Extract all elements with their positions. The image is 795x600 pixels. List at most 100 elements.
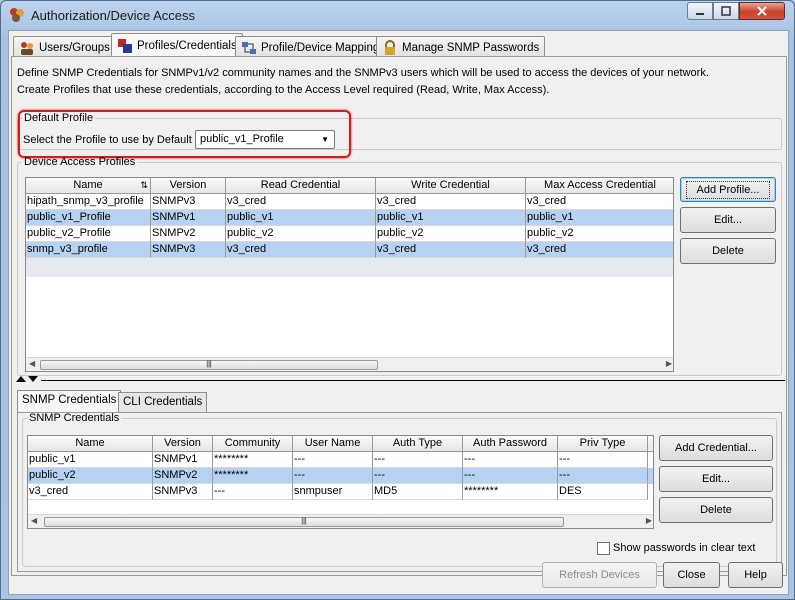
minimize-button[interactable]: [687, 2, 713, 20]
collapse-arrows-icon[interactable]: [15, 375, 45, 383]
tab-label: Manage SNMP Passwords: [402, 41, 540, 54]
column-header-name[interactable]: Name: [28, 436, 153, 452]
cell: public_v2: [28, 468, 153, 484]
column-header-write[interactable]: Write Credential: [376, 178, 526, 194]
panel-splitter[interactable]: [15, 375, 785, 383]
tab-snmp-credentials[interactable]: SNMP Credentials: [17, 390, 122, 412]
cell: v3_cred: [226, 194, 376, 210]
cell: public_v2_Profile: [26, 226, 151, 242]
cell: ---: [373, 452, 463, 468]
column-header-community[interactable]: Community: [213, 436, 293, 452]
client-area: Users/Groups Profiles/Credentials Profil…: [8, 30, 789, 595]
cell: v3_cred: [526, 194, 673, 210]
column-header-priv-type[interactable]: Priv Type: [558, 436, 648, 452]
table-row[interactable]: public_v1 SNMPv1 ******** --- --- --- --…: [28, 452, 653, 468]
splitter-line: [41, 380, 785, 381]
column-header-max-access[interactable]: Max Access Credential: [526, 178, 673, 194]
cell: public_v2: [226, 226, 376, 242]
column-header-read[interactable]: Read Credential: [226, 178, 376, 194]
table-row[interactable]: v3_cred SNMPv3 --- snmpuser MD5 ********…: [28, 484, 653, 500]
cell: v3_cred: [376, 194, 526, 210]
scroll-left-icon[interactable]: ◀: [31, 516, 37, 525]
cell: public_v1: [526, 210, 673, 226]
cell: ---: [293, 452, 373, 468]
cell: hipath_snmp_v3_profile: [26, 194, 151, 210]
credentials-horizontal-scrollbar[interactable]: ◀ ||| ▶: [28, 514, 653, 528]
close-icon: [757, 6, 767, 16]
cell: SNMPv3: [151, 242, 226, 258]
cell: ---: [373, 468, 463, 484]
cell: v3_cred: [28, 484, 153, 500]
table-row[interactable]: public_v2_Profile SNMPv2 public_v2 publi…: [26, 226, 673, 242]
edit-profile-button[interactable]: Edit...: [680, 207, 776, 233]
help-button[interactable]: Help: [728, 562, 783, 588]
profiles-horizontal-scrollbar[interactable]: ◀ ||| ▶: [26, 357, 673, 371]
cell: public_v1: [28, 452, 153, 468]
cell: snmp_v3_profile: [26, 242, 151, 258]
table-row[interactable]: public_v1_Profile SNMPv1 public_v1 publi…: [26, 210, 673, 226]
close-window-button[interactable]: [739, 2, 785, 20]
column-header-version[interactable]: Version: [153, 436, 213, 452]
cell: public_v2: [526, 226, 673, 242]
column-header-name[interactable]: Name ⇅: [26, 178, 151, 194]
tab-profile-device-mapping[interactable]: Profile/Device Mapping: [235, 36, 386, 58]
cell: ---: [213, 484, 293, 500]
cell: ---: [463, 452, 558, 468]
sort-icon: ⇅: [140, 180, 148, 190]
close-button[interactable]: Close: [663, 562, 720, 588]
cell: ********: [463, 484, 558, 500]
scroll-left-icon[interactable]: ◀: [29, 359, 35, 368]
tab-profiles-credentials[interactable]: Profiles/Credentials: [111, 33, 243, 57]
cell: v3_cred: [226, 242, 376, 258]
delete-profile-button[interactable]: Delete: [680, 238, 776, 264]
column-header-user-name[interactable]: User Name: [293, 436, 373, 452]
cell: ---: [558, 468, 648, 484]
cell: ---: [293, 468, 373, 484]
column-header-version[interactable]: Version: [151, 178, 226, 194]
snmp-credentials-legend: SNMP Credentials: [29, 412, 120, 424]
mapping-icon: [242, 41, 256, 54]
description-line-2: Create Profiles that use these credentia…: [17, 84, 550, 96]
cell: SNMPv2: [151, 226, 226, 242]
column-header-auth-password[interactable]: Auth Password: [463, 436, 558, 452]
cell: ********: [213, 468, 293, 484]
table-row[interactable]: public_v2 SNMPv2 ******** --- --- --- --…: [28, 468, 653, 484]
tab-users-groups[interactable]: Users/Groups: [13, 36, 116, 58]
tab-label: Profile/Device Mapping: [261, 41, 380, 54]
authorization-window: Authorization/Device Access Users/Groups…: [0, 0, 795, 600]
tab-label: Users/Groups: [39, 41, 110, 54]
minimize-icon: [696, 13, 704, 15]
scroll-right-icon[interactable]: ▶: [666, 359, 672, 368]
add-profile-button[interactable]: Add Profile...: [680, 177, 776, 202]
profiles-credentials-page: Define SNMP Credentials for SNMPv1/v2 co…: [11, 56, 787, 576]
scroll-thumb[interactable]: |||: [44, 517, 564, 527]
show-passwords-checkbox[interactable]: [597, 542, 610, 555]
cell: snmpuser: [293, 484, 373, 500]
cell: public_v1: [226, 210, 376, 226]
window-title: Authorization/Device Access: [31, 8, 196, 23]
cell: v3_cred: [376, 242, 526, 258]
scroll-right-icon[interactable]: ▶: [646, 516, 652, 525]
tab-manage-snmp-passwords[interactable]: Manage SNMP Passwords: [376, 36, 546, 58]
table-row[interactable]: hipath_snmp_v3_profile SNMPv3 v3_cred v3…: [26, 194, 673, 210]
cell: ********: [213, 452, 293, 468]
credentials-table: Name Version Community User Name Auth Ty…: [27, 435, 654, 529]
tab-cli-credentials[interactable]: CLI Credentials: [118, 392, 208, 412]
delete-credential-button[interactable]: Delete: [659, 497, 773, 523]
tab-label: Profiles/Credentials: [137, 39, 237, 52]
cell: SNMPv3: [151, 194, 226, 210]
cell: MD5: [373, 484, 463, 500]
add-credential-button[interactable]: Add Credential...: [659, 435, 773, 461]
cell: ---: [558, 452, 648, 468]
cell: DES: [558, 484, 648, 500]
cell: SNMPv1: [151, 210, 226, 226]
refresh-devices-button[interactable]: Refresh Devices: [542, 562, 657, 588]
cell: SNMPv2: [153, 468, 213, 484]
scroll-thumb[interactable]: |||: [40, 360, 378, 370]
edit-credential-button[interactable]: Edit...: [659, 466, 773, 492]
profiles-icon: [118, 38, 132, 53]
maximize-button[interactable]: [713, 2, 739, 20]
cell: v3_cred: [526, 242, 673, 258]
column-header-auth-type[interactable]: Auth Type: [373, 436, 463, 452]
table-row[interactable]: snmp_v3_profile SNMPv3 v3_cred v3_cred v…: [26, 242, 673, 258]
